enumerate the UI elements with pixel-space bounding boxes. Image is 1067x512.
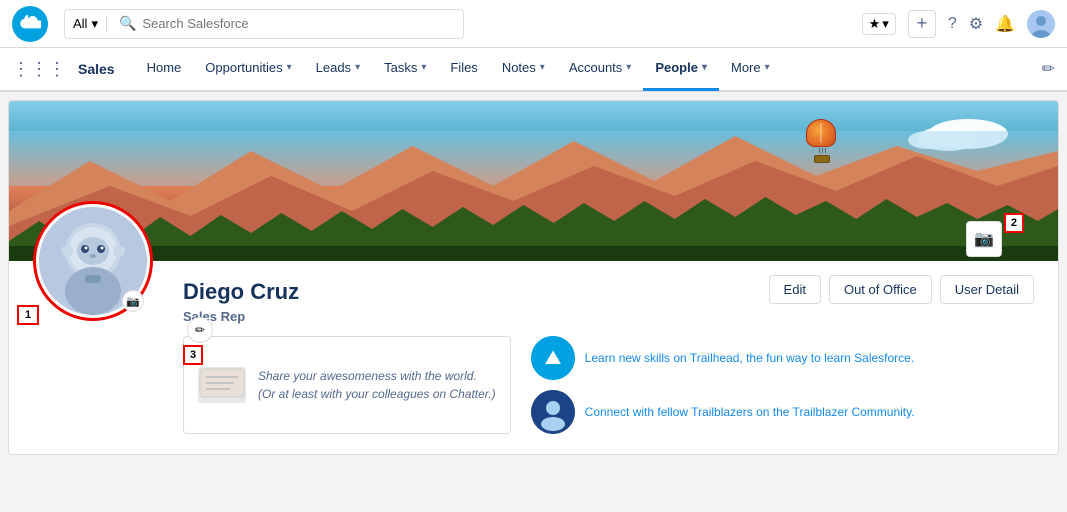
- nav-item-files[interactable]: Files: [438, 47, 489, 91]
- search-scope-dropdown[interactable]: All ▾: [73, 16, 107, 32]
- search-bar[interactable]: All ▾ 🔍: [64, 9, 464, 39]
- help-icon[interactable]: ?: [948, 15, 957, 33]
- balloon-envelope: [806, 119, 836, 147]
- profile-container: 📷 2: [8, 100, 1059, 455]
- chevron-down-icon: ▾: [91, 16, 98, 32]
- nav-item-notes[interactable]: Notes ▾: [490, 47, 557, 91]
- nav-edit-icon[interactable]: ✏: [1042, 59, 1055, 79]
- balloon-basket: [814, 155, 830, 163]
- profile-avatar-ring: 📷: [33, 201, 153, 321]
- search-input[interactable]: [142, 16, 455, 31]
- chatter-card: Share your awesomeness with the world. (…: [183, 336, 511, 434]
- avatar-camera-button[interactable]: 📷: [122, 290, 144, 312]
- nav-item-home[interactable]: Home: [135, 47, 194, 91]
- edit-pencil-button[interactable]: ✏: [187, 317, 213, 343]
- label-badge-1: 1: [17, 305, 39, 325]
- profile-avatar-wrapper: 📷 1: [33, 201, 153, 321]
- profile-cards: Share your awesomeness with the world. (…: [183, 336, 1034, 434]
- trailhead-icon: ⛰: [531, 336, 575, 380]
- balloon-stripe: [820, 123, 822, 143]
- nav-files-label: Files: [450, 60, 477, 75]
- favorites-button[interactable]: ★ ▾: [862, 13, 896, 35]
- trailhead-item-2: Connect with fellow Trailblazers on the …: [531, 390, 1034, 434]
- search-icon: 🔍: [119, 15, 136, 32]
- star-icon: ★: [869, 16, 881, 32]
- profile-actions: Edit Out of Office User Detail: [769, 275, 1034, 304]
- chevron-down-icon: ▾: [421, 62, 426, 73]
- nav-item-tasks[interactable]: Tasks ▾: [372, 47, 438, 91]
- nav-item-leads[interactable]: Leads ▾: [304, 47, 372, 91]
- chevron-down-icon: ▾: [287, 62, 292, 73]
- banner-camera-button[interactable]: 📷: [966, 221, 1002, 257]
- trailhead-cards: ⛰ Learn new skills on Trailhead, the fun…: [531, 336, 1034, 434]
- nav-home-label: Home: [147, 60, 182, 75]
- nav-notes-label: Notes: [502, 60, 536, 75]
- chevron-down-icon: ▾: [882, 16, 889, 32]
- svg-text:⛰: ⛰: [544, 347, 561, 369]
- nav-accounts-label: Accounts: [569, 60, 622, 75]
- chatter-text: Share your awesomeness with the world. (…: [258, 367, 496, 403]
- chevron-down-icon: ▾: [355, 62, 360, 73]
- search-scope-label: All: [73, 16, 87, 31]
- nav-item-accounts[interactable]: Accounts ▾: [557, 47, 644, 91]
- profile-title: Sales Rep: [183, 309, 1034, 324]
- profile-banner: 📷 2: [9, 101, 1058, 261]
- nav-leads-label: Leads: [316, 60, 351, 75]
- nav-item-more[interactable]: More ▾: [719, 47, 782, 91]
- profile-content: 📷 1 ✏ 3 Diego Cruz Sales Rep: [9, 261, 1058, 454]
- nav-tasks-label: Tasks: [384, 60, 417, 75]
- banner-camera-wrapper: 📷 2: [966, 221, 1002, 257]
- trailhead-link-1[interactable]: Learn new skills on Trailhead, the fun w…: [585, 350, 915, 367]
- add-button[interactable]: +: [908, 10, 936, 38]
- edit-button[interactable]: Edit: [769, 275, 821, 304]
- chatter-icon: [198, 367, 246, 403]
- utility-icons: ★ ▾ + ? ⚙ 🔔: [862, 10, 1055, 38]
- nav-bar: ⋮⋮⋮ Sales Home Opportunities ▾ Leads ▾ T…: [0, 48, 1067, 92]
- user-avatar[interactable]: [1027, 10, 1055, 38]
- trailhead-item-1: ⛰ Learn new skills on Trailhead, the fun…: [531, 336, 1034, 380]
- chevron-down-icon: ▾: [702, 62, 707, 73]
- nav-opportunities-label: Opportunities: [205, 60, 282, 75]
- trailhead-link-2[interactable]: Connect with fellow Trailblazers on the …: [585, 404, 915, 421]
- nav-item-opportunities[interactable]: Opportunities ▾: [193, 47, 303, 91]
- salesforce-logo[interactable]: [12, 6, 48, 42]
- notifications-icon[interactable]: 🔔: [995, 14, 1015, 34]
- label-badge-3: 3: [183, 345, 203, 365]
- utility-bar: All ▾ 🔍 ★ ▾ + ? ⚙ 🔔: [0, 0, 1067, 48]
- chevron-down-icon: ▾: [540, 62, 545, 73]
- nav-people-label: People: [655, 60, 698, 75]
- chevron-down-icon: ▾: [765, 62, 770, 73]
- banner-mountains: [9, 131, 1058, 261]
- nav-more-label: More: [731, 60, 761, 75]
- out-of-office-button[interactable]: Out of Office: [829, 275, 932, 304]
- setup-icon[interactable]: ⚙: [969, 14, 983, 34]
- user-detail-button[interactable]: User Detail: [940, 275, 1034, 304]
- chevron-down-icon: ▾: [626, 62, 631, 73]
- app-name: Sales: [78, 61, 115, 77]
- nav-item-people[interactable]: People ▾: [643, 47, 719, 91]
- app-launcher-icon[interactable]: ⋮⋮⋮: [12, 59, 66, 80]
- trailblazer-icon: [531, 390, 575, 434]
- edit-pencil-wrapper: ✏ 3: [187, 317, 213, 343]
- label-badge-2: 2: [1004, 213, 1024, 233]
- hot-air-balloon: [806, 119, 838, 159]
